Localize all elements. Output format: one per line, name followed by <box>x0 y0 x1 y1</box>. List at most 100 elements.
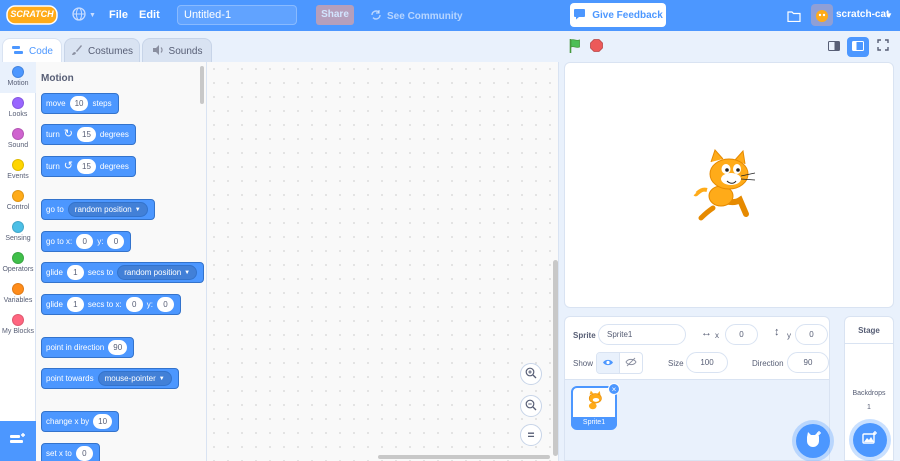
stage-selector[interactable]: Stage Backdrops 1 <box>844 316 894 461</box>
scratch-logo[interactable]: SCRATCH <box>6 4 58 26</box>
file-menu[interactable]: File <box>109 9 128 21</box>
folder-icon[interactable] <box>787 9 801 23</box>
block-dropdown[interactable]: random position ▼ <box>117 265 198 280</box>
block-input[interactable]: 10 <box>93 414 113 429</box>
block-set-x[interactable]: set x to 0 <box>41 443 100 461</box>
choose-sprite-button[interactable] <box>796 424 830 458</box>
y-input[interactable]: 0 <box>795 324 828 345</box>
sprite-tile[interactable]: Sprite1 × <box>571 383 620 430</box>
block-glide-to[interactable]: glide 1 secs to random position ▼ <box>41 262 205 283</box>
category-control-label: Control <box>6 204 30 211</box>
see-community-button[interactable]: See Community <box>370 9 463 24</box>
block-move-steps[interactable]: move 10 steps <box>41 93 119 114</box>
block-input[interactable]: 0 <box>156 297 174 312</box>
globe-icon <box>72 6 86 24</box>
block-point-towards[interactable]: point towards mouse-pointer ▼ <box>41 368 179 389</box>
size-input[interactable]: 100 <box>686 352 728 373</box>
category-events-dot <box>12 159 24 171</box>
block-input[interactable]: 0 <box>76 234 94 249</box>
block-turn-right[interactable]: turn ↻ 15 degrees <box>41 124 136 145</box>
block-palette: Motion move 10 steps turn ↻ 15 degrees t… <box>36 62 207 461</box>
add-backdrop-icon <box>862 430 878 450</box>
direction-input[interactable]: 90 <box>787 352 829 373</box>
tab-costumes[interactable]: Costumes <box>64 38 140 63</box>
tab-code[interactable]: Code <box>2 38 62 63</box>
edit-menu[interactable]: Edit <box>139 9 160 21</box>
category-events[interactable]: Events <box>0 155 36 186</box>
category-motion[interactable]: Motion <box>0 62 36 93</box>
zoom-reset-button[interactable]: = <box>520 424 542 446</box>
avatar[interactable] <box>811 4 833 26</box>
category-sound[interactable]: Sound <box>0 124 36 155</box>
category-events-label: Events <box>7 173 29 180</box>
tab-sounds[interactable]: Sounds <box>142 38 212 63</box>
category-sound-dot <box>12 128 24 140</box>
stop-icon[interactable] <box>590 39 603 52</box>
fullscreen-icon <box>877 38 889 56</box>
block-input[interactable]: 0 <box>107 234 125 249</box>
sprite-info-panel: Sprite Sprite1 ↔ x 0 ↕ y 0 Show Size 100… <box>564 316 830 380</box>
block-input[interactable]: 0 <box>125 297 143 312</box>
block-text: point in direction <box>46 343 105 352</box>
x-label: x <box>715 331 719 340</box>
category-sound-label: Sound <box>7 142 29 149</box>
language-menu[interactable]: ▼ <box>72 6 98 24</box>
block-input[interactable]: 0 <box>75 446 93 461</box>
sprite-cat-icon[interactable] <box>693 148 763 228</box>
sprite-label: Sprite <box>573 331 596 340</box>
category-control[interactable]: Control <box>0 186 36 217</box>
category-variables-label: Variables <box>3 297 33 304</box>
block-input[interactable]: 10 <box>69 96 89 111</box>
delete-sprite-close-icon[interactable]: × <box>608 383 620 395</box>
category-variables[interactable]: Variables <box>0 279 36 310</box>
block-change-x[interactable]: change x by 10 <box>41 411 120 432</box>
green-flag-icon[interactable] <box>568 38 584 54</box>
block-dropdown[interactable]: random position ▼ <box>67 202 148 217</box>
block-input[interactable]: 15 <box>77 127 96 142</box>
y-label: y <box>787 331 791 340</box>
block-text: secs to x: <box>87 300 122 309</box>
project-title-input[interactable]: Untitled-1 <box>177 5 297 25</box>
block-go-to-xy[interactable]: go to x: 0 y: 0 <box>41 231 132 252</box>
block-input[interactable]: 90 <box>108 340 128 355</box>
zoom-out-button[interactable] <box>520 395 542 417</box>
chevron-down-icon[interactable]: ▼ <box>885 11 893 20</box>
hide-sprite-button[interactable] <box>619 353 642 373</box>
eye-icon <box>602 354 614 372</box>
palette-scrollbar[interactable] <box>200 66 204 104</box>
x-input[interactable]: 0 <box>725 324 758 345</box>
block-input[interactable]: 1 <box>66 265 84 280</box>
script-area[interactable]: = <box>207 62 559 461</box>
block-input[interactable]: 1 <box>66 297 84 312</box>
username[interactable]: scratch-cat <box>836 9 889 20</box>
share-button[interactable]: Share <box>316 5 354 25</box>
block-point-direction[interactable]: point in direction 90 <box>41 337 135 358</box>
stage-canvas[interactable] <box>564 62 894 308</box>
choose-backdrop-button[interactable] <box>853 423 887 457</box>
give-feedback-button[interactable]: Give Feedback <box>570 3 666 27</box>
add-extension-button[interactable] <box>0 421 36 461</box>
show-sprite-button[interactable] <box>597 353 620 373</box>
fullscreen-button[interactable] <box>872 37 894 57</box>
code-icon <box>11 45 24 58</box>
category-operators[interactable]: Operators <box>0 248 36 279</box>
category-my-blocks-label: My Blocks <box>2 328 34 335</box>
block-input[interactable]: 15 <box>77 159 96 174</box>
block-go-to[interactable]: go to random position ▼ <box>41 199 155 220</box>
block-dropdown-label: random position <box>74 205 132 214</box>
small-stage-button[interactable] <box>823 37 845 57</box>
category-looks[interactable]: Looks <box>0 93 36 124</box>
script-vertical-scrollbar[interactable] <box>553 260 558 456</box>
category-sensing[interactable]: Sensing <box>0 217 36 248</box>
block-glide-xy[interactable]: glide 1 secs to x: 0 y: 0 <box>41 294 181 315</box>
add-extension-icon <box>9 432 27 451</box>
eye-hidden-icon <box>625 354 637 372</box>
zoom-in-button[interactable] <box>520 363 542 385</box>
script-horizontal-scrollbar[interactable] <box>378 455 550 459</box>
block-turn-left[interactable]: turn ↺ 15 degrees <box>41 156 136 177</box>
block-dropdown[interactable]: mouse-pointer ▼ <box>97 371 172 386</box>
category-control-dot <box>12 190 24 202</box>
large-stage-button[interactable] <box>847 37 869 57</box>
category-my-blocks[interactable]: My Blocks <box>0 310 36 341</box>
sprite-name-input[interactable]: Sprite1 <box>598 324 686 345</box>
